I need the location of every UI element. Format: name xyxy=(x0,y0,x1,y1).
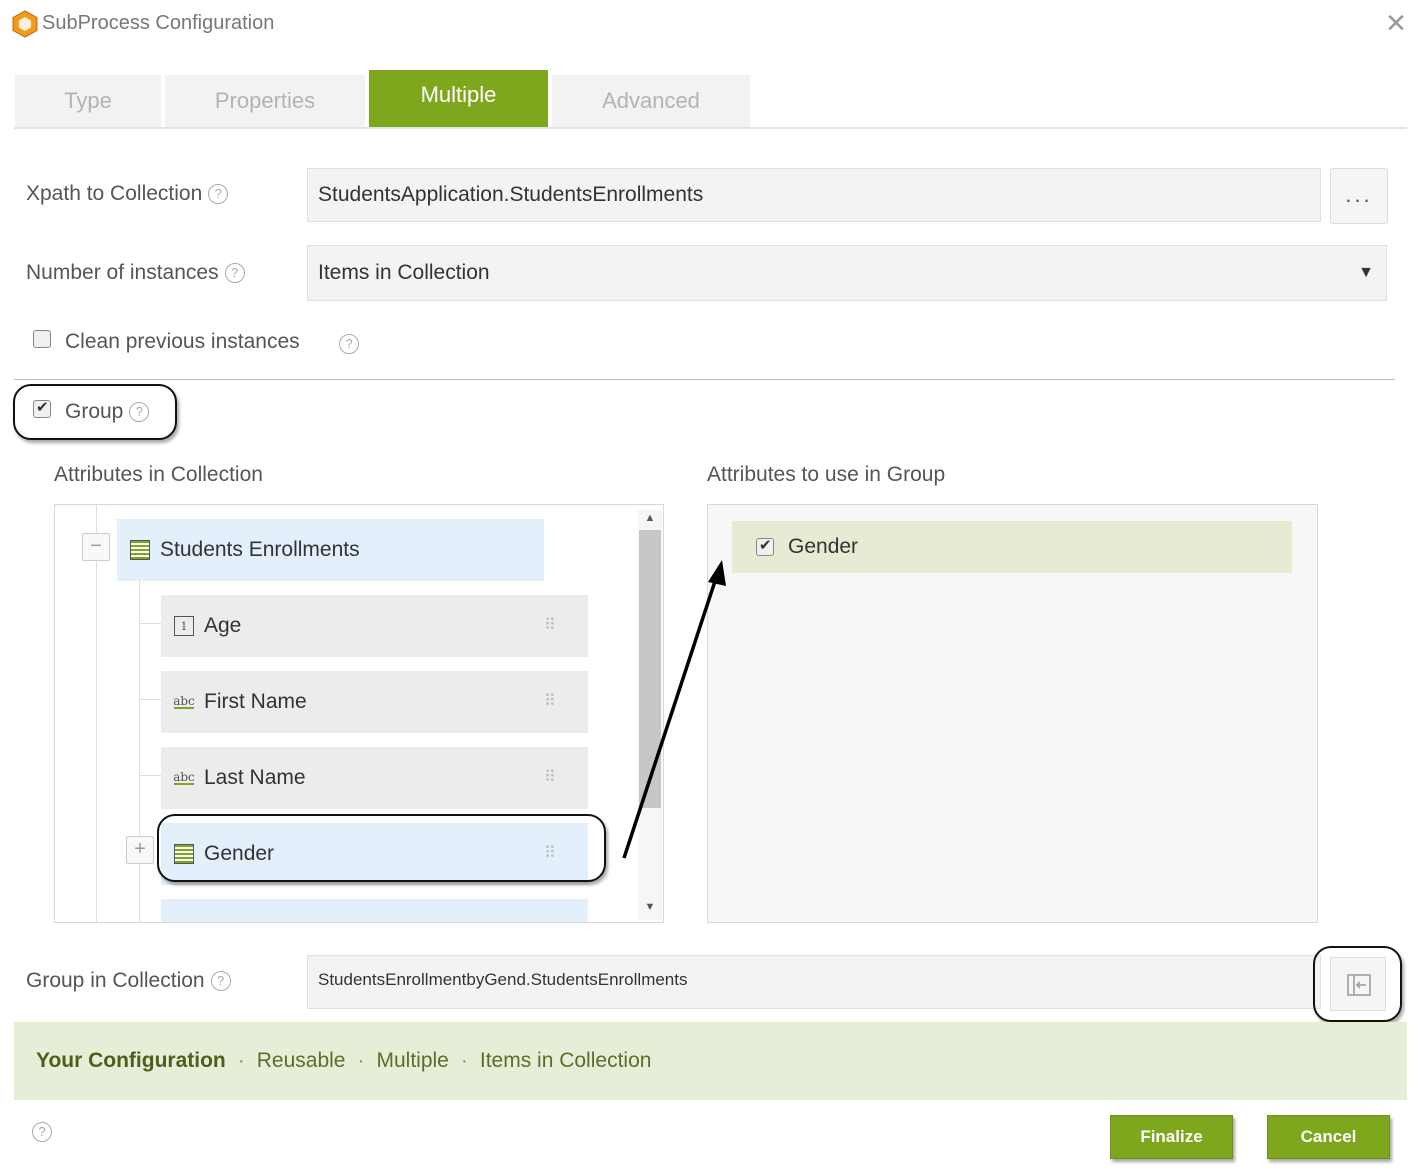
tree-node-partial[interactable] xyxy=(161,899,588,922)
tree-line xyxy=(139,623,161,624)
close-icon[interactable]: ✕ xyxy=(1383,10,1409,36)
xpath-value: StudentsApplication.StudentsEnrollments xyxy=(318,183,704,206)
clean-checkbox[interactable] xyxy=(33,330,51,348)
browse-button[interactable]: ... xyxy=(1330,168,1388,224)
tree-root-node[interactable]: Students Enrollments xyxy=(117,519,544,581)
attributes-group-title: Attributes to use in Group xyxy=(707,463,946,486)
tabbar-divider xyxy=(14,127,1407,129)
configuration-summary: Your Configuration · Reusable · Multiple… xyxy=(14,1022,1407,1100)
attributes-collection-title: Attributes in Collection xyxy=(54,463,263,486)
group-collection-value: StudentsEnrollmentbyGend.StudentsEnrollm… xyxy=(318,970,688,989)
tab-type[interactable]: Type xyxy=(15,75,161,127)
group-checkbox[interactable] xyxy=(33,398,51,418)
text-icon: abc xyxy=(173,770,195,785)
tab-multiple[interactable]: Multiple xyxy=(369,70,548,127)
collapse-button[interactable]: − xyxy=(82,533,110,561)
window-title: SubProcess Configuration xyxy=(42,12,275,34)
group-label: Group? xyxy=(65,400,150,424)
separator-dot: · xyxy=(460,1049,468,1072)
drag-handle-icon[interactable]: ⠿ xyxy=(544,618,558,634)
cancel-button[interactable]: Cancel xyxy=(1267,1115,1390,1159)
tree-node-first-name[interactable]: abc First Name ⠿ xyxy=(161,671,588,733)
tab-properties[interactable]: Properties xyxy=(165,75,365,127)
tree-node-last-name[interactable]: abc Last Name ⠿ xyxy=(161,747,588,809)
separator-dot: · xyxy=(237,1049,245,1072)
help-icon[interactable]: ? xyxy=(210,971,231,992)
scroll-down-icon[interactable]: ▼ xyxy=(643,901,657,913)
finalize-button[interactable]: Finalize xyxy=(1110,1115,1233,1159)
help-icon[interactable]: ? xyxy=(32,1122,52,1142)
scroll-up-icon[interactable]: ▲ xyxy=(643,512,657,524)
xpath-label: Xpath to Collection? xyxy=(26,182,229,206)
text-icon: abc xyxy=(173,694,195,709)
entity-icon xyxy=(130,540,150,560)
insert-callout xyxy=(1313,946,1402,1022)
xpath-input[interactable]: StudentsApplication.StudentsEnrollments xyxy=(307,168,1321,222)
app-logo-icon xyxy=(12,10,38,38)
instances-label: Number of instances? xyxy=(26,261,245,285)
configuration-item: Items in Collection xyxy=(479,1049,652,1072)
chevron-down-icon: ▼ xyxy=(1358,264,1374,281)
group-collection-input[interactable]: StudentsEnrollmentbyGend.StudentsEnrollm… xyxy=(307,955,1321,1009)
configuration-item: Multiple xyxy=(376,1049,449,1072)
tab-advanced[interactable]: Advanced xyxy=(552,75,750,127)
tree-line xyxy=(139,775,161,776)
help-icon[interactable]: ? xyxy=(129,402,150,423)
tree-node-label: Last Name xyxy=(204,766,306,789)
configuration-item: Reusable xyxy=(256,1049,346,1072)
group-attribute-checkbox[interactable] xyxy=(756,536,774,556)
section-divider xyxy=(14,379,1395,380)
expand-button[interactable]: + xyxy=(126,836,154,864)
help-icon[interactable]: ? xyxy=(339,334,359,354)
instances-select[interactable]: Items in Collection ▼ xyxy=(307,245,1387,301)
instances-value: Items in Collection xyxy=(318,261,490,284)
group-attribute-label: Gender xyxy=(788,535,859,558)
group-collection-label: Group in Collection? xyxy=(26,969,231,993)
tree-line xyxy=(139,699,161,700)
tree-node-age[interactable]: 1 Age ⠿ xyxy=(161,595,588,657)
drag-handle-icon[interactable]: ⠿ xyxy=(544,694,558,710)
help-icon[interactable]: ? xyxy=(224,263,245,284)
help-icon[interactable]: ? xyxy=(208,184,229,205)
arrow-icon xyxy=(622,560,726,859)
group-attribute-item[interactable]: Gender xyxy=(732,521,1292,573)
drag-handle-icon[interactable]: ⠿ xyxy=(544,770,558,786)
clean-label: Clean previous instances xyxy=(65,330,300,353)
number-icon: 1 xyxy=(174,616,194,636)
configuration-title: Your Configuration xyxy=(36,1049,226,1072)
separator-dot: · xyxy=(357,1049,365,1072)
tree-node-label: Age xyxy=(204,614,242,637)
tree-node-label: First Name xyxy=(204,690,307,713)
gender-callout xyxy=(157,814,606,882)
tree-root-label: Students Enrollments xyxy=(160,538,360,561)
tree-line xyxy=(96,505,97,922)
tree-line xyxy=(139,575,140,922)
